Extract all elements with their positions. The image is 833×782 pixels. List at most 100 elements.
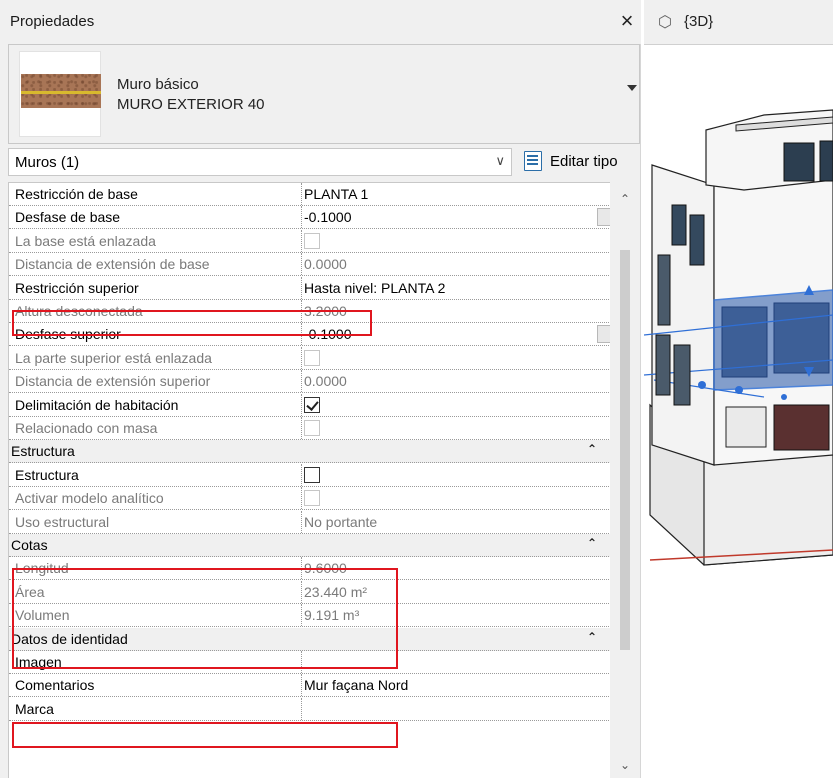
property-row-uso-estructural: Uso estructural No portante xyxy=(9,510,610,534)
property-name: Desfase de base xyxy=(15,209,121,226)
type-name-value: MURO EXTERIOR 40 xyxy=(117,96,265,113)
type-dropdown-arrow-icon[interactable] xyxy=(627,85,637,91)
building-model xyxy=(643,109,833,566)
group-estructura[interactable]: Estructura ⌃ xyxy=(9,440,610,464)
property-row-altura-desconectada: Altura desconectada 3.2000 xyxy=(9,300,610,323)
property-value: 9.191 m³ xyxy=(304,607,360,624)
grid-scrollbar[interactable]: ⌃ ⌄ xyxy=(614,182,638,778)
property-value-cell[interactable] xyxy=(301,393,607,416)
property-checkbox xyxy=(304,232,320,249)
property-value-cell xyxy=(301,346,607,369)
collapse-chevron-icon[interactable]: ⌃ xyxy=(587,536,597,550)
property-row-delimitacion-de-habitacion: Delimitación de habitación xyxy=(9,393,610,417)
property-value: 3.2000 xyxy=(304,303,347,319)
property-name: Relacionado con masa xyxy=(15,420,158,436)
property-value-cell xyxy=(301,229,607,252)
chevron-down-icon: ∨ xyxy=(495,153,505,168)
property-value-cell[interactable]: Hasta nivel: PLANTA 2 xyxy=(301,276,607,299)
property-value-cell[interactable]: Mur façana Nord xyxy=(301,674,607,697)
property-value: -0.1000 xyxy=(304,209,352,226)
property-name: Imagen xyxy=(15,654,62,670)
cube-icon: ⬡ xyxy=(658,14,672,31)
property-name: Marca xyxy=(15,700,54,717)
group-cotas[interactable]: Cotas ⌃ xyxy=(9,534,610,557)
property-value-cell xyxy=(301,417,607,439)
property-row-estructura: Estructura xyxy=(9,463,610,487)
property-value-cell: 0.0000 xyxy=(301,253,607,276)
properties-palette: Propiedades × Muro básico MURO EXTERIOR … xyxy=(0,0,641,778)
property-row-activar-modelo-analitico: Activar modelo analítico xyxy=(9,487,610,511)
property-value-cell[interactable] xyxy=(301,697,607,720)
property-checkbox[interactable] xyxy=(304,466,320,483)
property-name: Uso estructural xyxy=(15,513,110,530)
property-row-comentarios: Comentarios Mur façana Nord xyxy=(9,674,610,698)
property-value-cell: 0.0000 xyxy=(301,370,607,393)
scroll-down-icon[interactable]: ⌄ xyxy=(620,758,630,772)
wall-core-line xyxy=(21,91,101,94)
property-value-cell xyxy=(301,487,607,510)
property-row-marca: Marca xyxy=(9,697,610,721)
property-name: Longitud xyxy=(15,560,69,577)
property-name: La base está enlazada xyxy=(15,232,156,249)
property-value: 23.440 m² xyxy=(304,583,368,600)
property-row-distancia-de-extension-de-base: Distancia de extensión de base 0.0000 xyxy=(9,253,610,277)
edit-type-icon xyxy=(524,151,542,171)
property-name: Activar modelo analítico xyxy=(15,490,164,507)
close-icon[interactable]: × xyxy=(616,9,638,33)
property-value-cell[interactable]: -0.1000 xyxy=(301,206,607,229)
property-value-cell[interactable]: PLANTA 1 xyxy=(301,183,607,205)
property-row-distancia-de-extension-superior: Distancia de extensión superior 0.0000 xyxy=(9,370,610,394)
collapse-chevron-icon[interactable]: ⌃ xyxy=(587,630,597,644)
property-name: Restricción de base xyxy=(15,186,138,202)
property-value-cell: 9.191 m³ xyxy=(301,604,607,627)
property-checkbox xyxy=(304,349,320,366)
property-row-volumen: Volumen 9.191 m³ xyxy=(9,604,610,628)
property-value-cell[interactable] xyxy=(301,463,607,486)
property-value-cell: No portante xyxy=(301,510,607,533)
scroll-up-icon[interactable]: ⌃ xyxy=(620,192,630,206)
property-name: La parte superior está enlazada xyxy=(15,349,212,366)
filter-row: Muros (1) ∨ Editar tipo xyxy=(8,146,640,178)
property-row-relacionado-con-masa: Relacionado con masa xyxy=(9,417,610,440)
property-row-desfase-superior: Desfase superior -0.1000 xyxy=(9,323,610,347)
property-name: Estructura xyxy=(15,466,79,483)
view-tab-label: {3D} xyxy=(684,13,714,30)
3d-viewport[interactable] xyxy=(643,44,833,778)
property-row-area: Área 23.440 m² xyxy=(9,580,610,604)
property-row-la-parte-superior-esta-enlazada: La parte superior está enlazada xyxy=(9,346,610,370)
type-family: Muro básico xyxy=(117,76,199,93)
property-row-la-base-esta-enlazada: La base está enlazada xyxy=(9,229,610,253)
property-checkbox[interactable] xyxy=(304,396,320,413)
properties-titlebar: Propiedades × xyxy=(0,0,641,44)
property-name: Volumen xyxy=(15,607,70,624)
property-value: Hasta nivel: PLANTA 2 xyxy=(304,279,446,296)
property-value-cell[interactable] xyxy=(301,651,607,673)
filter-label: Muros (1) xyxy=(15,154,80,171)
property-value-cell: 23.440 m² xyxy=(301,580,607,603)
property-row-imagen: Imagen xyxy=(9,651,610,674)
property-row-restriccion-de-base: Restricción de base PLANTA 1 xyxy=(9,183,610,206)
property-value: -0.1000 xyxy=(304,326,352,343)
type-selector[interactable]: Muro básico MURO EXTERIOR 40 xyxy=(8,44,640,144)
property-value: Mur façana Nord xyxy=(304,677,409,694)
scroll-thumb[interactable] xyxy=(620,250,630,650)
edit-type-button[interactable]: Editar tipo xyxy=(520,148,642,176)
group-datos-de-identidad[interactable]: Datos de identidad ⌃ xyxy=(9,627,610,651)
properties-grid: Restricción de base PLANTA 1 Desfase de ba… xyxy=(8,182,610,778)
property-name: Restricción superior xyxy=(15,279,139,296)
property-checkbox xyxy=(304,490,320,507)
view-tab-3d[interactable]: ⬡ {3D} xyxy=(644,0,833,44)
property-row-longitud: Longitud 9.6000 xyxy=(9,557,610,581)
property-value: 0.0000 xyxy=(304,373,347,390)
element-filter-select[interactable]: Muros (1) ∨ xyxy=(8,148,512,176)
property-name: Comentarios xyxy=(15,677,95,694)
property-value-cell[interactable]: -0.1000 xyxy=(301,323,607,346)
wall-type-preview xyxy=(19,51,101,137)
group-label: Datos de identidad xyxy=(11,630,128,647)
property-name: Desfase superior xyxy=(15,326,121,343)
property-value: 0.0000 xyxy=(304,256,347,273)
collapse-chevron-icon[interactable]: ⌃ xyxy=(587,442,597,456)
property-name: Área xyxy=(15,583,45,600)
property-name: Delimitación de habitación xyxy=(15,396,179,413)
edit-type-label: Editar tipo xyxy=(550,153,618,170)
